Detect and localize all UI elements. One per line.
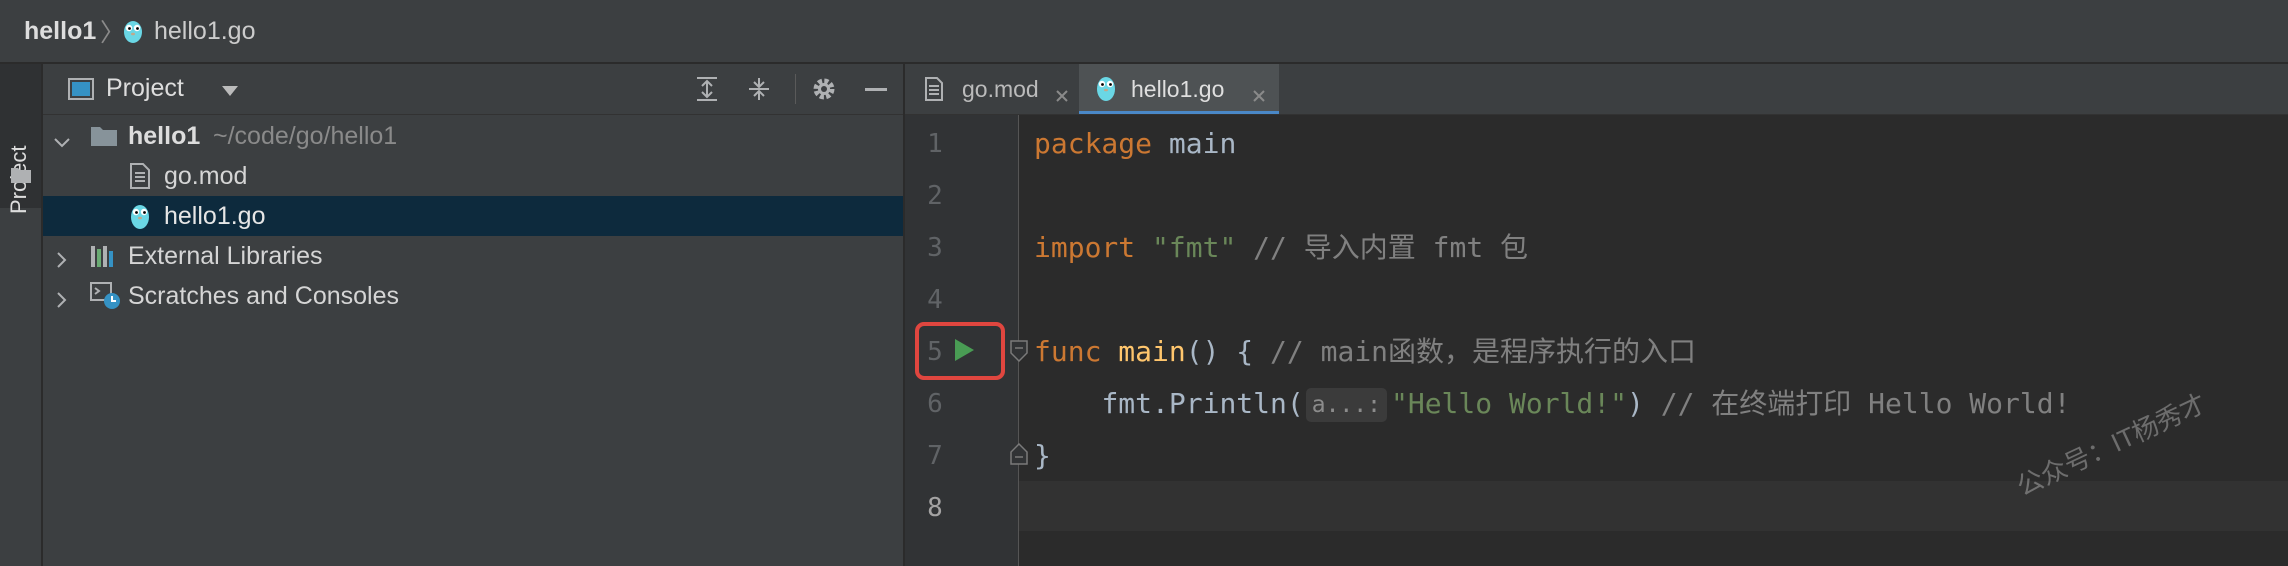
string-literal: "Hello World!" bbox=[1390, 387, 1627, 420]
tree-item-go-mod[interactable]: go.mod bbox=[43, 156, 903, 196]
code-line-1: package main bbox=[1034, 118, 1236, 170]
keyword: import bbox=[1034, 231, 1136, 264]
tab-hello1-go[interactable]: hello1.go bbox=[1079, 64, 1279, 114]
navigation-bar: hello1 〉 hello1.go bbox=[0, 0, 2288, 64]
tree-item-label: Scratches and Consoles bbox=[128, 281, 399, 310]
keyword: func bbox=[1034, 335, 1102, 368]
current-line-highlight bbox=[1019, 481, 2288, 531]
tree-item-label: hello1.go bbox=[164, 201, 266, 230]
breadcrumb-project-label: hello1 bbox=[24, 16, 97, 45]
text-file-icon bbox=[129, 163, 151, 196]
line-number: 8 bbox=[927, 493, 943, 523]
tree-item-path: ~/code/go/hello1 bbox=[213, 121, 398, 150]
code-line-3: import "fmt" // 导入内置 fmt 包 bbox=[1034, 222, 1528, 274]
line-number: 4 bbox=[927, 285, 943, 315]
tree-item-label: External Libraries bbox=[128, 241, 323, 270]
comment: // 导入内置 fmt 包 bbox=[1236, 231, 1529, 264]
code-line-6: fmt.Println(a...: "Hello World!") // 在终端打… bbox=[1034, 378, 2070, 430]
code-line-5: func main() { // main函数，是程序执行的入口 bbox=[1034, 326, 1696, 378]
tree-item-hello1[interactable]: hello1 ~/code/go/hello1 bbox=[43, 116, 903, 156]
chevron-right-icon[interactable] bbox=[55, 287, 69, 316]
keyword: package bbox=[1034, 127, 1153, 160]
tree-item-label: go.mod bbox=[164, 161, 248, 190]
go-gopher-icon bbox=[129, 202, 151, 237]
folder-icon bbox=[90, 124, 118, 155]
view-dropdown-icon[interactable] bbox=[221, 84, 239, 102]
go-gopher-icon bbox=[122, 18, 144, 44]
breadcrumb-file[interactable]: hello1.go bbox=[122, 0, 255, 62]
line-number: 3 bbox=[927, 233, 943, 263]
folder-icon bbox=[10, 166, 32, 189]
tab-label: hello1.go bbox=[1131, 75, 1225, 102]
fold-end-icon[interactable] bbox=[1009, 442, 1029, 470]
fold-icon[interactable] bbox=[1009, 340, 1029, 367]
project-tool-tab[interactable]: Project bbox=[0, 64, 41, 214]
project-view-title[interactable]: Project bbox=[106, 74, 184, 103]
tree-item-label: hello1 bbox=[128, 121, 201, 150]
comment: // 在终端打印 Hello World! bbox=[1643, 387, 2071, 420]
expand-all-icon[interactable] bbox=[694, 76, 720, 107]
scratches-icon bbox=[90, 281, 122, 318]
header-divider bbox=[795, 74, 796, 104]
chevron-down-icon[interactable] bbox=[53, 128, 71, 157]
string-literal: "fmt" bbox=[1135, 231, 1237, 264]
line-number: 1 bbox=[927, 129, 943, 159]
function-name: main bbox=[1101, 335, 1186, 368]
project-view-icon bbox=[68, 77, 94, 106]
collapse-all-icon[interactable] bbox=[746, 76, 772, 107]
run-icon-highlight bbox=[915, 322, 1005, 380]
line-number: 6 bbox=[927, 389, 943, 419]
punctuation: } bbox=[1034, 439, 1051, 472]
line-number: 2 bbox=[927, 181, 943, 211]
gear-icon[interactable] bbox=[811, 76, 837, 107]
tree-item-hello1-go[interactable]: hello1.go bbox=[43, 196, 903, 236]
minimize-icon[interactable] bbox=[864, 76, 888, 107]
go-gopher-icon bbox=[1095, 74, 1117, 108]
breadcrumb-file-label: hello1.go bbox=[154, 16, 256, 45]
text-file-icon bbox=[924, 77, 944, 107]
code-line-7: } bbox=[1034, 430, 1051, 482]
punctuation: ) bbox=[1627, 387, 1644, 420]
tab-go-mod[interactable]: go.mod bbox=[905, 64, 1079, 114]
comment: // main函数，是程序执行的入口 bbox=[1270, 335, 1697, 368]
identifier: main bbox=[1152, 127, 1237, 160]
project-panel: Project hello1 ~/code/go/hello1 go.mod h… bbox=[43, 64, 903, 566]
tab-label: go.mod bbox=[962, 75, 1039, 102]
editor-tabs: go.mod hello1.go bbox=[905, 64, 2288, 115]
line-number: 7 bbox=[927, 441, 943, 471]
parameter-hint: a...: bbox=[1305, 388, 1387, 422]
tree-item-scratches[interactable]: Scratches and Consoles bbox=[43, 276, 903, 316]
chevron-right-icon[interactable] bbox=[55, 247, 69, 276]
tree-item-external-libraries[interactable]: External Libraries bbox=[43, 236, 903, 276]
project-panel-header: Project bbox=[43, 64, 903, 115]
breadcrumb-project[interactable]: hello1 bbox=[24, 0, 96, 62]
close-icon[interactable] bbox=[1252, 82, 1266, 109]
function-call: fmt.Println( bbox=[1101, 387, 1304, 420]
close-icon[interactable] bbox=[1055, 82, 1069, 109]
punctuation: () { bbox=[1185, 335, 1271, 368]
libraries-icon bbox=[90, 243, 118, 276]
